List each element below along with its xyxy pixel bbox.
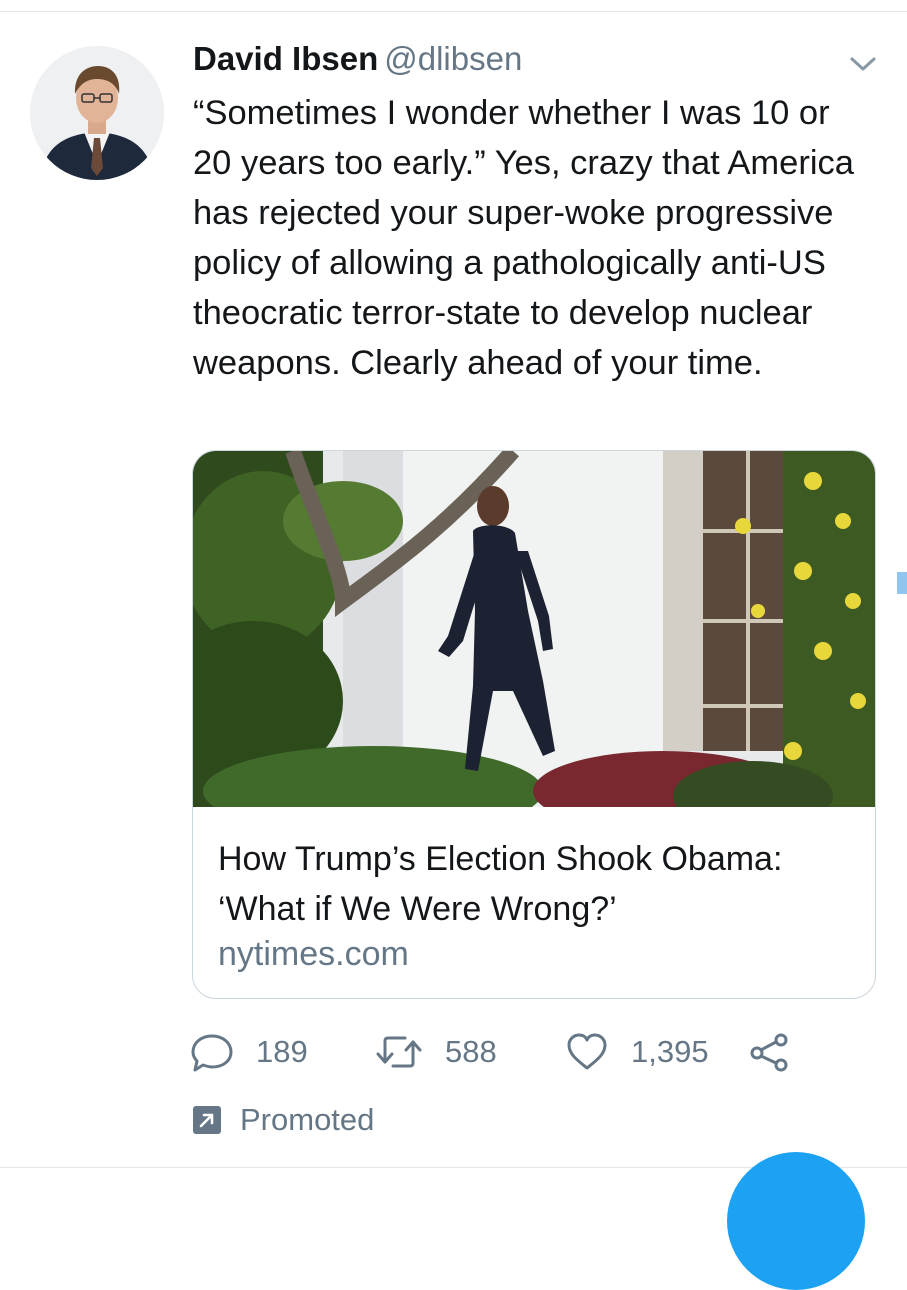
author-handle[interactable]: @dlibsen [384, 40, 522, 77]
card-image [193, 451, 875, 807]
compose-tweet-button[interactable] [727, 1152, 865, 1290]
card-title-line-1: How Trump’s Election Shook Obama: [218, 840, 783, 878]
tweet-text: “Sometimes I wonder whether I was 10 or … [193, 94, 854, 382]
reply-button[interactable]: 189 [190, 1030, 308, 1074]
like-button[interactable]: 1,395 [565, 1030, 709, 1074]
retweet-button[interactable]: 588 [375, 1030, 497, 1074]
card-domain: nytimes.com [218, 935, 409, 973]
share-icon [750, 1033, 788, 1072]
tweet-header: David Ibsen @dlibsen [193, 40, 813, 84]
promoted-label: Promoted [193, 1100, 374, 1140]
link-card[interactable]: How Trump’s Election Shook Obama: ‘What … [192, 450, 876, 999]
scrollbar-thumb[interactable] [897, 572, 907, 594]
tweet-actions: 189 588 1,395 [190, 1030, 810, 1074]
reply-icon [191, 1034, 233, 1072]
retweet-count: 588 [445, 1034, 497, 1069]
promoted-icon [193, 1106, 221, 1134]
heart-icon [567, 1033, 607, 1070]
avatar[interactable] [30, 46, 164, 180]
tweet-menu-button[interactable] [848, 52, 878, 76]
retweet-icon [376, 1036, 422, 1068]
author-name[interactable]: David Ibsen [193, 40, 378, 77]
chevron-down-icon [850, 57, 876, 71]
card-title: How Trump’s Election Shook Obama: ‘What … [218, 834, 848, 934]
share-button[interactable] [748, 1030, 792, 1074]
reply-count: 189 [256, 1034, 308, 1069]
promoted-text: Promoted [240, 1102, 375, 1137]
like-count: 1,395 [631, 1034, 709, 1069]
top-divider [0, 11, 907, 12]
user-avatar-icon [30, 46, 164, 180]
card-title-line-2: ‘What if We Were Wrong?’ [218, 890, 617, 928]
